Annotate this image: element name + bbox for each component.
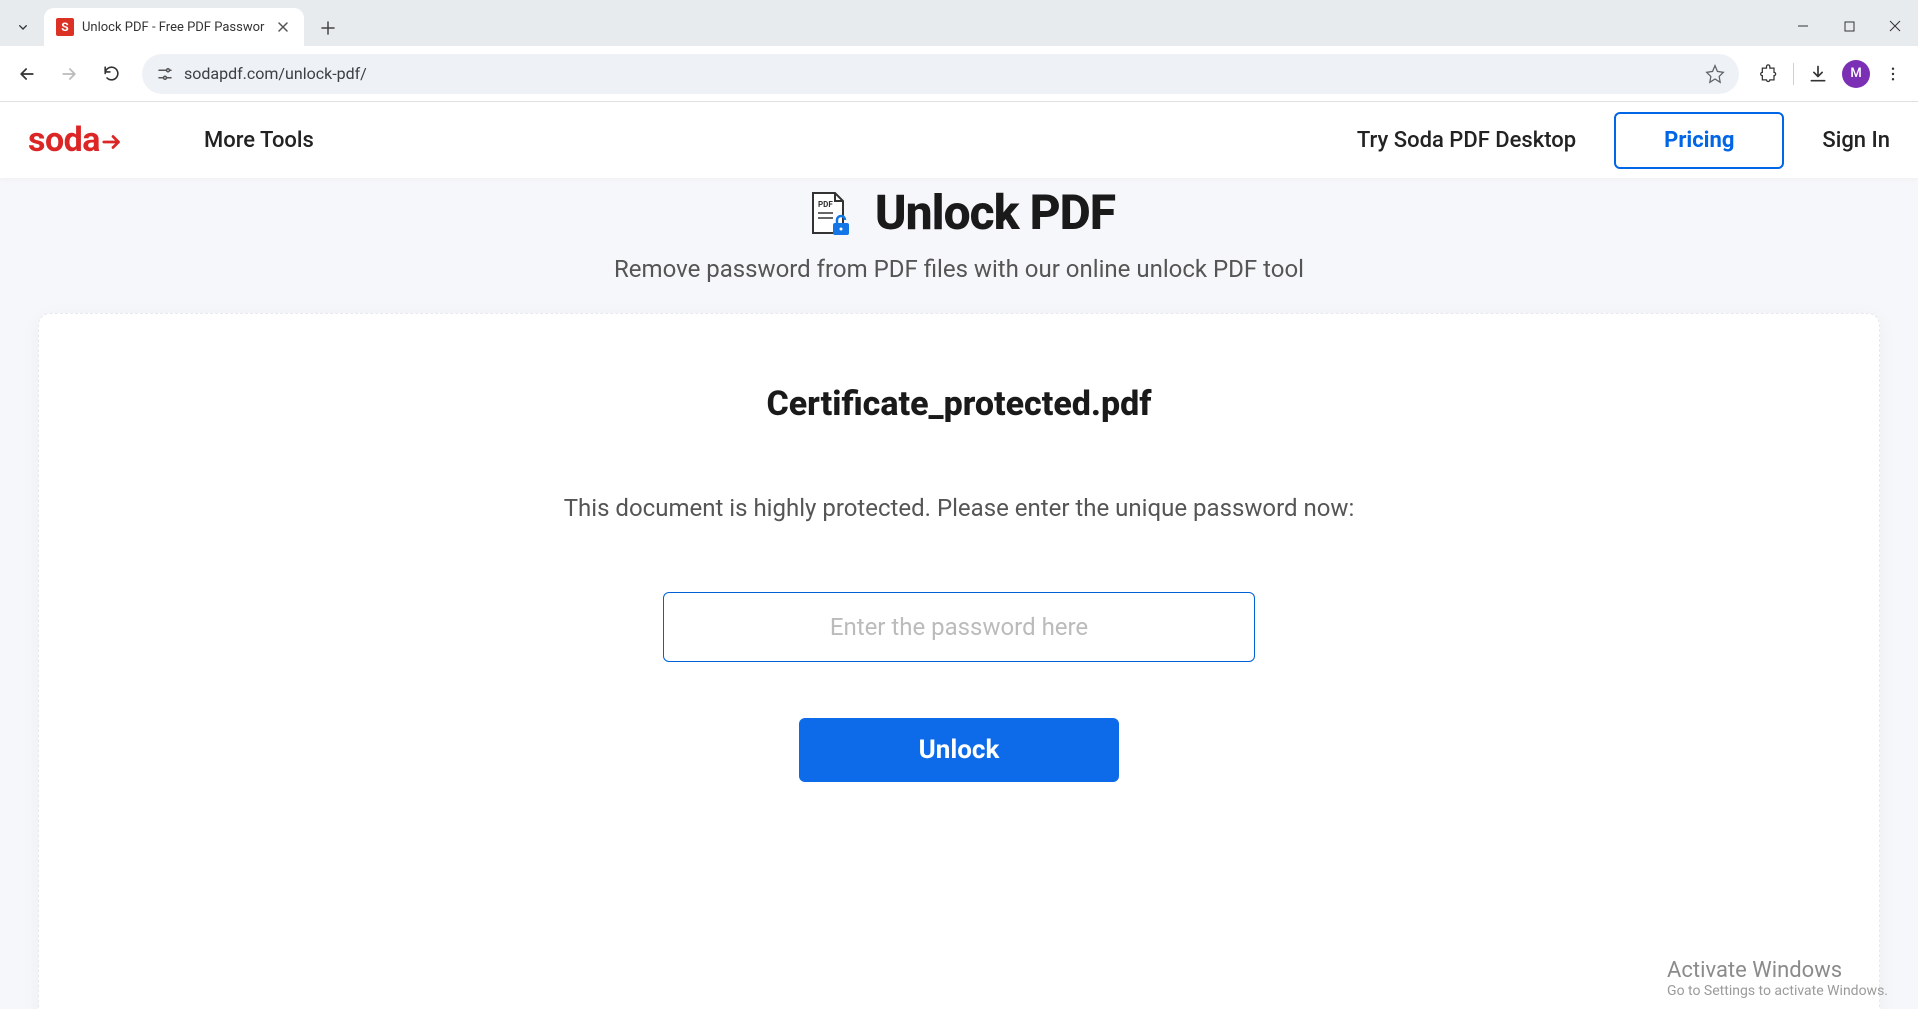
sign-in-link[interactable]: Sign In xyxy=(1822,128,1890,153)
reload-icon xyxy=(102,64,121,83)
tab-search-dropdown[interactable] xyxy=(8,12,38,42)
tune-icon xyxy=(156,65,174,83)
kebab-icon xyxy=(1884,65,1902,83)
maximize-icon xyxy=(1844,21,1855,32)
arrow-right-icon xyxy=(59,64,79,84)
password-input[interactable] xyxy=(663,592,1255,662)
window-controls xyxy=(1780,6,1918,46)
svg-text:PDF: PDF xyxy=(818,200,833,209)
password-prompt: This document is highly protected. Pleas… xyxy=(79,494,1839,522)
menu-button[interactable] xyxy=(1884,65,1902,83)
site-logo[interactable]: soda xyxy=(28,120,124,160)
back-button[interactable] xyxy=(10,57,44,91)
puzzle-icon xyxy=(1759,64,1779,84)
chevron-down-icon xyxy=(15,19,31,35)
tab-close-button[interactable] xyxy=(274,18,292,36)
profile-avatar[interactable]: M xyxy=(1842,60,1870,88)
browser-toolbar: sodapdf.com/unlock-pdf/ M xyxy=(0,46,1918,102)
reload-button[interactable] xyxy=(94,57,128,91)
logo-arrow-icon xyxy=(102,133,124,151)
browser-chrome: S Unlock PDF - Free PDF Passwor xyxy=(0,0,1918,102)
tab-title: Unlock PDF - Free PDF Passwor xyxy=(82,20,266,35)
new-tab-button[interactable] xyxy=(312,12,344,44)
download-icon xyxy=(1808,64,1828,84)
close-icon xyxy=(278,22,288,32)
more-tools-menu[interactable]: More Tools xyxy=(204,128,314,153)
unlock-card: Certificate_protected.pdf This document … xyxy=(38,313,1880,1009)
page-title: Unlock PDF xyxy=(875,184,1115,241)
window-close-button[interactable] xyxy=(1872,6,1918,46)
address-bar[interactable]: sodapdf.com/unlock-pdf/ xyxy=(142,54,1739,94)
bookmark-button[interactable] xyxy=(1705,64,1725,84)
browser-tab[interactable]: S Unlock PDF - Free PDF Passwor xyxy=(44,8,304,46)
arrow-left-icon xyxy=(17,64,37,84)
site-info-icon[interactable] xyxy=(156,65,174,83)
header-right: Try Soda PDF Desktop Pricing Sign In xyxy=(1357,112,1890,169)
unlock-button[interactable]: Unlock xyxy=(799,718,1119,782)
tab-bar: S Unlock PDF - Free PDF Passwor xyxy=(0,0,1918,46)
filename-label: Certificate_protected.pdf xyxy=(79,384,1839,424)
window-maximize-button[interactable] xyxy=(1826,6,1872,46)
pdf-unlock-icon: PDF xyxy=(803,187,855,239)
page-subtitle: Remove password from PDF files with our … xyxy=(0,255,1918,283)
star-icon xyxy=(1705,64,1725,84)
toolbar-icons: M xyxy=(1753,60,1908,88)
close-icon xyxy=(1889,20,1901,32)
page-viewport[interactable]: soda More Tools Try Soda PDF Desktop Pri… xyxy=(0,102,1918,1009)
logo-text: soda xyxy=(28,120,100,160)
site-header: soda More Tools Try Soda PDF Desktop Pri… xyxy=(0,102,1918,178)
downloads-button[interactable] xyxy=(1808,64,1828,84)
url-text: sodapdf.com/unlock-pdf/ xyxy=(184,64,1695,83)
pricing-button[interactable]: Pricing xyxy=(1614,112,1784,169)
separator xyxy=(1793,63,1794,85)
forward-button[interactable] xyxy=(52,57,86,91)
window-minimize-button[interactable] xyxy=(1780,6,1826,46)
tab-favicon: S xyxy=(56,18,74,36)
hero-title-row: PDF Unlock PDF xyxy=(0,184,1918,241)
plus-icon xyxy=(321,21,335,35)
hero: PDF Unlock PDF Remove password from PDF … xyxy=(0,178,1918,283)
try-desktop-link[interactable]: Try Soda PDF Desktop xyxy=(1357,128,1576,153)
minimize-icon xyxy=(1797,20,1809,32)
extensions-button[interactable] xyxy=(1759,64,1779,84)
